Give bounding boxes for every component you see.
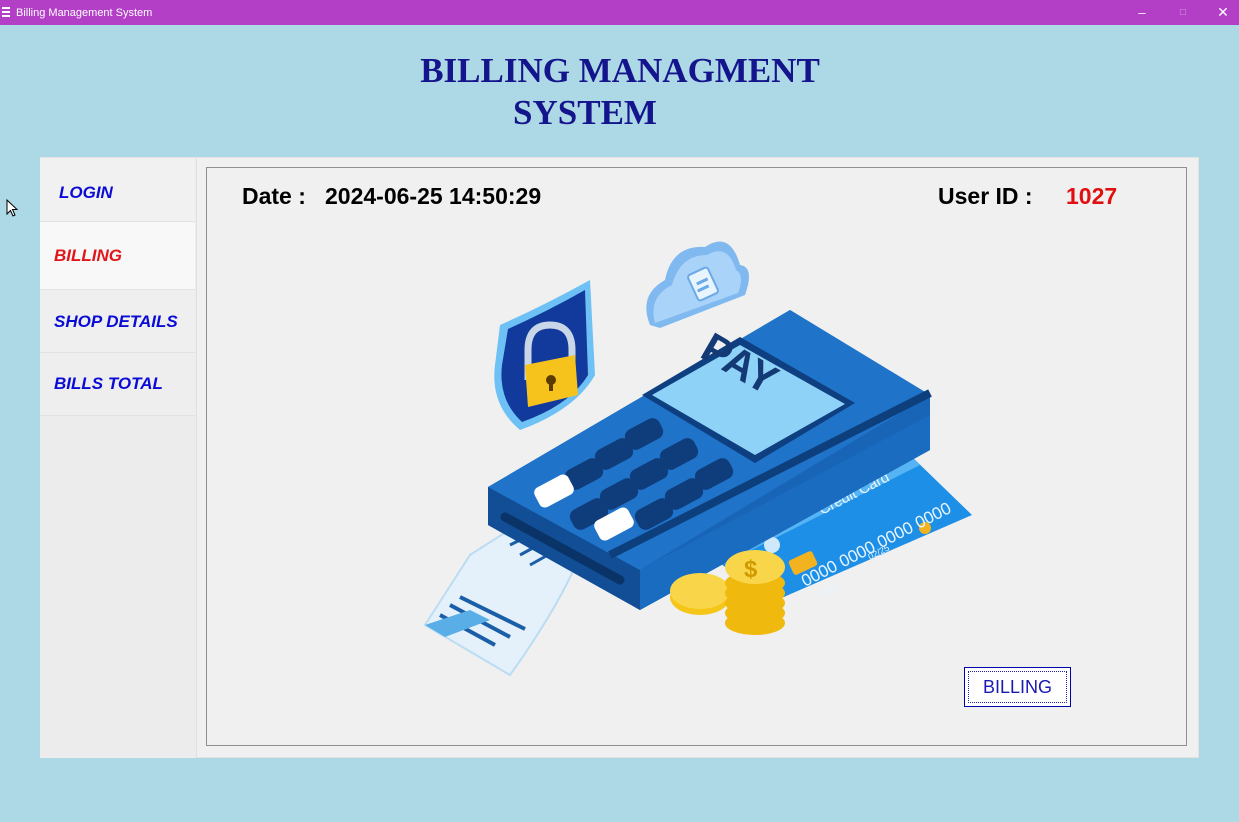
- maximize-button[interactable]: □: [1163, 0, 1203, 25]
- user-id-value: 1027: [1066, 183, 1118, 209]
- sidebar-item-bills-total[interactable]: BILLS TOTAL: [40, 353, 195, 416]
- cloud-save-icon: [646, 241, 749, 328]
- shield-lock-icon: [494, 280, 595, 430]
- window-title: Billing Management System: [16, 7, 153, 19]
- billing-button[interactable]: BILLING: [964, 667, 1071, 707]
- heading-line-2: SYSTEM: [513, 93, 657, 132]
- app-heading: BILLING MANAGMENT SYSTEM: [380, 50, 860, 134]
- payment-illustration: Credit Card 0000 0000 0000 0000 02/25 00…: [423, 241, 972, 677]
- minimize-button[interactable]: –: [1122, 0, 1162, 25]
- heading-line-1: BILLING MANAGMENT: [420, 51, 820, 90]
- date-value: 2024-06-25 14:50:29: [325, 183, 542, 209]
- mouse-cursor-icon: [6, 199, 19, 217]
- user-id-label: User ID :: [938, 183, 1033, 209]
- app-menu-icon[interactable]: [2, 7, 10, 17]
- sidebar-item-shop-details[interactable]: SHOP DETAILS: [40, 290, 195, 353]
- coin-symbol: $: [744, 556, 758, 583]
- window-titlebar: Billing Management System – □ ✕: [0, 0, 1239, 25]
- close-button[interactable]: ✕: [1203, 0, 1239, 25]
- date-label: Date :: [242, 183, 306, 209]
- sidebar-item-login[interactable]: LOGIN: [40, 158, 195, 222]
- sidebar-item-billing[interactable]: BILLING: [40, 222, 195, 290]
- sidebar: LOGIN BILLING SHOP DETAILS BILLS TOTAL: [40, 158, 197, 758]
